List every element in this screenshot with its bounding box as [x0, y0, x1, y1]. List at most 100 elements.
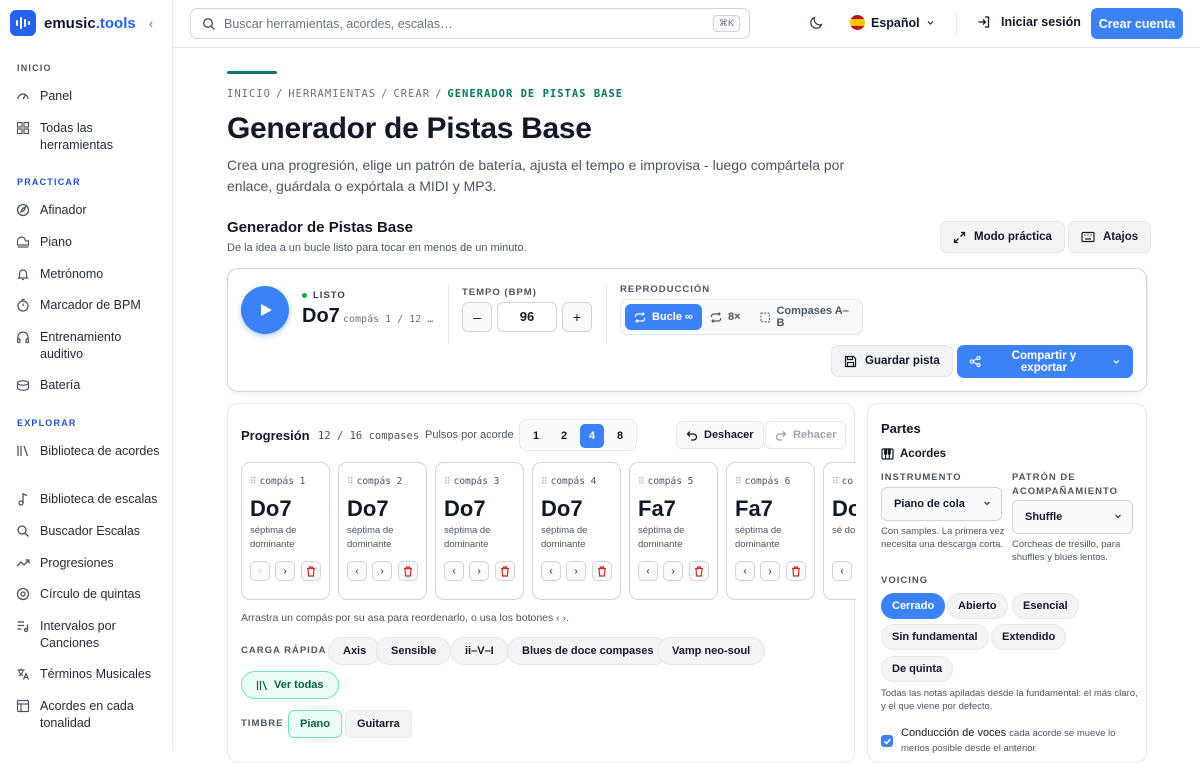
- sidebar-item-intervals[interactable]: Intervalos por Canciones: [16, 618, 161, 652]
- collapse-sidebar-icon[interactable]: ‹: [142, 14, 160, 32]
- beats-option-2[interactable]: 2: [552, 424, 576, 448]
- voicing-extendido[interactable]: Extendido: [991, 624, 1067, 650]
- sidebar-item-drums[interactable]: Batería: [16, 377, 161, 394]
- voicing-de-quinta[interactable]: De quinta: [881, 656, 954, 682]
- quick-load-blues[interactable]: Blues de doce compases: [507, 637, 669, 665]
- delete-bar-button[interactable]: [301, 561, 321, 581]
- bar-chord[interactable]: Do7: [347, 496, 389, 522]
- bar-chord[interactable]: Do7: [541, 496, 583, 522]
- loop-button[interactable]: Bucle ∞: [625, 304, 702, 330]
- quick-load-sensible[interactable]: Sensible: [376, 637, 452, 665]
- voicing-abierto[interactable]: Abierto: [947, 593, 1008, 619]
- move-left-button[interactable]: ‹: [347, 561, 367, 581]
- move-right-button[interactable]: ›: [275, 561, 295, 581]
- share-export-button[interactable]: Compartir y exportar: [957, 345, 1133, 378]
- delete-bar-button[interactable]: [786, 561, 806, 581]
- move-left-button[interactable]: ‹: [250, 561, 270, 581]
- sidebar-item-progressions[interactable]: Progresiones: [16, 555, 161, 572]
- logo[interactable]: emusic.tools: [10, 10, 136, 36]
- sidebar-item-chord-library[interactable]: Biblioteca de acordes: [16, 443, 161, 460]
- sidebar-item-all-tools[interactable]: Todas las herramientas: [16, 120, 161, 154]
- language-select[interactable]: Español: [850, 15, 935, 30]
- bpm-input[interactable]: 96: [497, 302, 557, 332]
- beats-option-8[interactable]: 8: [608, 424, 632, 448]
- move-right-button[interactable]: ›: [566, 561, 586, 581]
- tempo-increase-button[interactable]: +: [562, 302, 592, 332]
- drag-handle-icon[interactable]: ⠿: [347, 476, 354, 487]
- sidebar-item-piano[interactable]: Piano: [16, 234, 161, 251]
- bar-card[interactable]: ⠿ compás 1 Do7 séptima de dominante ‹ ›: [241, 462, 330, 600]
- delete-bar-button[interactable]: [495, 561, 515, 581]
- sidebar-item-chords-in-key[interactable]: Acordes en cada tonalidad: [16, 698, 161, 732]
- move-left-button[interactable]: ‹: [735, 561, 755, 581]
- bar-chord[interactable]: Do7: [250, 496, 292, 522]
- timbre-guitar[interactable]: Guitarra: [345, 710, 412, 738]
- bar-card[interactable]: ⠿ compás 2 Do7 séptima de dominante ‹ ›: [338, 462, 427, 600]
- bar-chord[interactable]: Fa7: [735, 496, 773, 522]
- beats-option-1[interactable]: 1: [524, 424, 548, 448]
- move-left-button[interactable]: ‹: [444, 561, 464, 581]
- sidebar-item-scale-library[interactable]: Biblioteca de escalas: [16, 491, 161, 508]
- drag-handle-icon[interactable]: ⠿: [444, 476, 451, 487]
- repeat-count-button[interactable]: 8×: [701, 304, 750, 330]
- sidebar-item-circle-of-fifths[interactable]: Círculo de quintas: [16, 586, 161, 603]
- bar-card[interactable]: ⠿ compás 6 Fa7 séptima de dominante ‹ ›: [726, 462, 815, 600]
- voice-leading-checkbox[interactable]: [881, 735, 893, 747]
- drag-handle-icon[interactable]: ⠿: [250, 476, 257, 487]
- bar-chord[interactable]: Fa7: [638, 496, 676, 522]
- instrument-select[interactable]: Piano de cola: [881, 487, 1002, 521]
- redo-button[interactable]: Rehacer: [765, 421, 847, 449]
- move-left-button[interactable]: ‹: [638, 561, 658, 581]
- voicing-sin-fundamental[interactable]: Sin fundamental: [881, 624, 989, 650]
- move-left-button[interactable]: ‹: [541, 561, 561, 581]
- breadcrumb-home[interactable]: INICIO: [227, 88, 271, 100]
- quick-load-axis[interactable]: Axis: [328, 637, 382, 665]
- login-button[interactable]: Iniciar sesión: [977, 15, 1081, 29]
- move-left-button[interactable]: ‹: [832, 561, 852, 581]
- bar-chord[interactable]: Do: [832, 496, 856, 522]
- bar-card[interactable]: ⠿ compás 4 Do7 séptima de dominante ‹ ›: [532, 462, 621, 600]
- sidebar-item-scale-finder[interactable]: Buscador Escalas: [16, 523, 161, 540]
- ab-loop-button[interactable]: Compases A–B: [751, 304, 862, 330]
- breadcrumb-tools[interactable]: HERRAMIENTAS: [288, 88, 376, 100]
- bar-chord[interactable]: Do7: [444, 496, 486, 522]
- move-right-button[interactable]: ›: [372, 561, 392, 581]
- save-track-button[interactable]: Guardar pista: [831, 345, 953, 377]
- drag-handle-icon[interactable]: ⠿: [638, 476, 645, 487]
- moon-icon[interactable]: [809, 15, 824, 30]
- play-button[interactable]: [241, 286, 289, 334]
- sidebar-item-bpm-tapper[interactable]: Marcador de BPM: [16, 297, 161, 314]
- bar-card[interactable]: ⠿ compás 5 Fa7 séptima de dominante ‹ ›: [629, 462, 718, 600]
- move-right-button[interactable]: ›: [469, 561, 489, 581]
- bar-card[interactable]: ⠿coDosé do‹›: [823, 462, 856, 600]
- quick-load-neo-soul[interactable]: Vamp neo-soul: [657, 637, 766, 665]
- signup-button[interactable]: Crear cuenta: [1091, 8, 1183, 39]
- practice-mode-button[interactable]: Modo práctica: [940, 221, 1065, 253]
- quick-load-ii-v-i[interactable]: ii–V–I: [450, 637, 509, 665]
- sidebar-item-music-terms[interactable]: Términos Musicales: [16, 666, 161, 683]
- sidebar-item-panel[interactable]: Panel: [16, 88, 161, 105]
- search-input[interactable]: Buscar herramientas, acordes, escalas… ⌘…: [190, 8, 750, 39]
- drag-handle-icon[interactable]: ⠿: [735, 476, 742, 487]
- sidebar-item-tuner[interactable]: Afinador: [16, 202, 161, 219]
- move-right-button[interactable]: ›: [760, 561, 780, 581]
- undo-button[interactable]: Deshacer: [676, 421, 764, 449]
- pattern-select[interactable]: Shuffle: [1012, 500, 1133, 534]
- delete-bar-button[interactable]: [592, 561, 612, 581]
- sidebar-item-metronome[interactable]: Metrónomo: [16, 266, 161, 283]
- drag-handle-icon[interactable]: ⠿: [832, 476, 839, 487]
- sidebar-item-ear-training[interactable]: Entrenamiento auditivo: [16, 329, 161, 363]
- tempo-decrease-button[interactable]: –: [462, 302, 492, 332]
- move-right-button[interactable]: ›: [663, 561, 683, 581]
- voicing-esencial[interactable]: Esencial: [1012, 593, 1079, 619]
- delete-bar-button[interactable]: [398, 561, 418, 581]
- beats-option-4[interactable]: 4: [580, 424, 604, 448]
- drag-handle-icon[interactable]: ⠿: [541, 476, 548, 487]
- see-all-button[interactable]: Ver todas: [241, 671, 339, 699]
- timbre-piano[interactable]: Piano: [288, 710, 342, 738]
- shortcuts-button[interactable]: Atajos: [1068, 221, 1152, 253]
- delete-bar-button[interactable]: [689, 561, 709, 581]
- voicing-cerrado[interactable]: Cerrado: [881, 593, 946, 619]
- breadcrumb-create[interactable]: CREAR: [393, 88, 430, 100]
- bar-card[interactable]: ⠿ compás 3 Do7 séptima de dominante ‹ ›: [435, 462, 524, 600]
